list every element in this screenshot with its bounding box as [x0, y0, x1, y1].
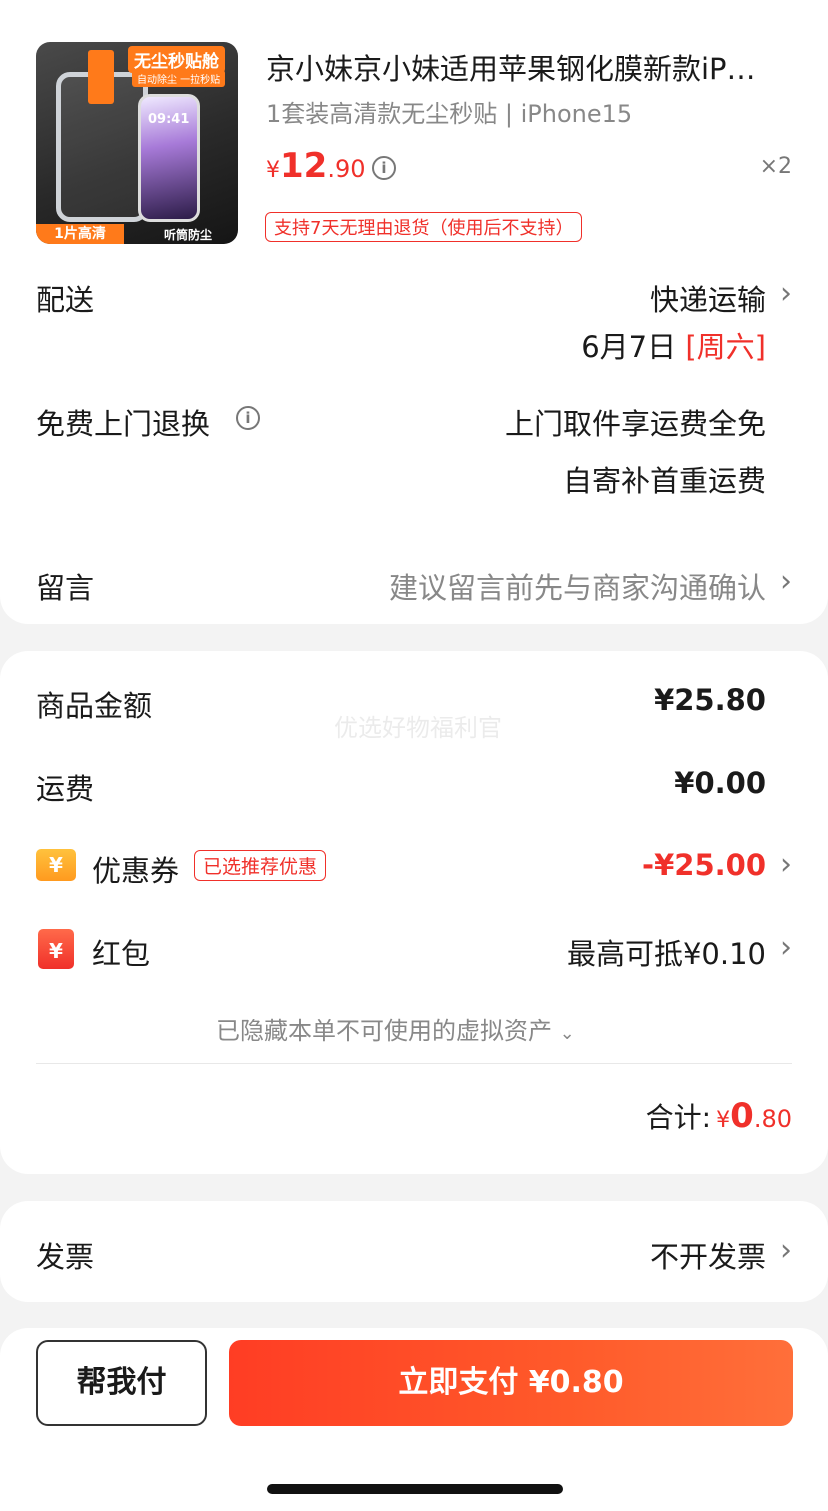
- coupon-icon: ¥: [36, 849, 76, 881]
- product-price: ¥12.90: [266, 146, 366, 186]
- message-chevron-right-icon[interactable]: ›: [780, 564, 792, 599]
- free-return-label: 免费上门退换: [36, 407, 211, 441]
- red-envelope-label[interactable]: 红包: [92, 931, 150, 973]
- image-badge-top: 无尘秒贴舱: [128, 46, 225, 73]
- total-decimal: .80: [753, 1105, 792, 1133]
- coupon-chevron-right-icon[interactable]: ›: [780, 847, 792, 882]
- pay-now-button[interactable]: 立即支付 ¥0.80: [229, 1340, 793, 1426]
- message-label: 留言: [36, 571, 95, 605]
- hidden-assets-toggle[interactable]: 已隐藏本单不可使用的虚拟资产 ⌄: [216, 1011, 575, 1046]
- delivery-date-text: 6月7日: [581, 330, 677, 364]
- free-return-line1: 上门取件享运费全免: [504, 407, 766, 441]
- delivery-chevron-right-icon[interactable]: ›: [780, 276, 792, 311]
- free-return-line2: 自寄补首重运费: [562, 464, 766, 498]
- shipping-fee-value: ¥0.00: [674, 766, 766, 800]
- order-total: 合计: ¥0.80: [646, 1096, 792, 1136]
- invoice-value[interactable]: 不开发票: [650, 1234, 766, 1276]
- summary-divider: [36, 1063, 792, 1064]
- product-spec[interactable]: 1套装高清款无尘秒贴 | iPhone15: [266, 94, 632, 129]
- red-envelope-icon: ¥: [38, 929, 74, 969]
- image-badge-right: 听筒防尘: [164, 228, 213, 242]
- message-input[interactable]: 建议留言前先与商家沟通确认: [389, 565, 766, 607]
- free-return-info-icon[interactable]: i: [236, 406, 260, 430]
- product-title[interactable]: 京小妹京小妹适用苹果钢化膜新款iP…: [266, 46, 756, 88]
- price-integer: 12: [280, 146, 328, 186]
- goods-amount-label: 商品金额: [36, 689, 153, 723]
- delivery-date[interactable]: 6月7日 [周六]: [581, 324, 766, 366]
- pull-tab-graphic: [88, 50, 114, 104]
- image-badge-sub: 自动除尘 一拉秒贴: [132, 70, 226, 87]
- chevron-down-icon: ⌄: [559, 1023, 575, 1044]
- home-indicator[interactable]: [267, 1484, 563, 1494]
- coupon-recommended-tag: 已选推荐优惠: [194, 850, 327, 881]
- goods-amount-value: ¥25.80: [654, 683, 766, 717]
- help-pay-button[interactable]: 帮我付: [36, 1340, 207, 1426]
- invoice-chevron-right-icon[interactable]: ›: [780, 1233, 792, 1268]
- coupon-label[interactable]: 优惠券: [92, 848, 179, 890]
- total-integer: 0: [730, 1096, 754, 1136]
- image-badge-left: 1片高清: [36, 224, 124, 244]
- shipping-fee-label: 运费: [36, 772, 95, 806]
- price-info-icon[interactable]: i: [372, 156, 396, 180]
- red-envelope-value[interactable]: 最高可抵¥0.10: [567, 931, 766, 973]
- return-policy-tag: 支持7天无理由退货（使用后不支持）: [265, 212, 583, 242]
- delivery-weekday: [周六]: [685, 330, 766, 364]
- red-envelope-chevron-right-icon[interactable]: ›: [780, 930, 792, 965]
- price-symbol: ¥: [266, 158, 280, 183]
- phone-time-text: 09:41: [148, 112, 190, 127]
- coupon-value[interactable]: -¥25.00: [642, 848, 766, 882]
- hidden-assets-text: 已隐藏本单不可使用的虚拟资产: [216, 1017, 552, 1045]
- watermark-text: 优选好物福利官: [334, 714, 502, 742]
- delivery-label: 配送: [36, 283, 95, 317]
- price-decimal: .90: [327, 155, 366, 183]
- quantity[interactable]: ×2: [760, 154, 792, 179]
- total-symbol: ¥: [716, 1108, 731, 1133]
- product-thumbnail[interactable]: 09:41 无尘秒贴舱 自动除尘 一拉秒贴 1片高清 听筒防尘: [36, 42, 238, 244]
- delivery-method[interactable]: 快递运输: [650, 277, 766, 319]
- invoice-label: 发票: [36, 1240, 95, 1274]
- total-label: 合计:: [645, 1101, 712, 1134]
